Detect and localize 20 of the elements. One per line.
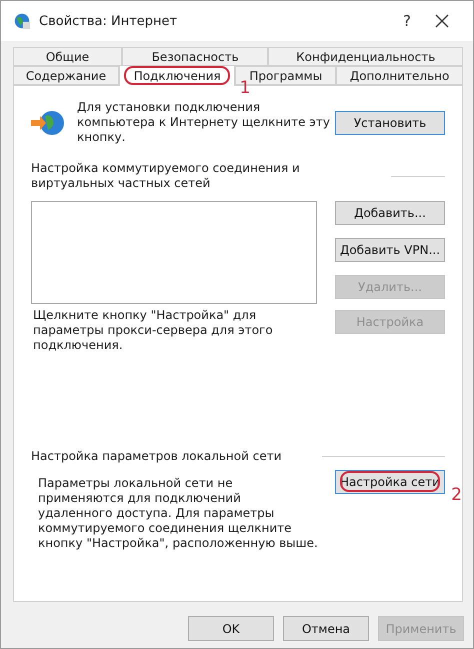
lan-description: Параметры локальной сети не применяются для подключений удаленного доступа. Для параметры коммутируемого соединения щелкните кнопку "Настройка", расположенную выше. bbox=[38, 476, 318, 551]
callout-number: 2 bbox=[451, 485, 462, 505]
setup-button[interactable]: Установить bbox=[335, 110, 445, 134]
close-icon[interactable] bbox=[435, 14, 449, 28]
dialog-button[interactable]: Отмена bbox=[283, 616, 369, 641]
window-title: Свойства: Интернет bbox=[39, 14, 178, 28]
globe-icon bbox=[13, 12, 31, 30]
help-button[interactable]: ? bbox=[387, 12, 427, 30]
tab[interactable]: Общие bbox=[13, 47, 122, 66]
connection-button[interactable]: Добавить... bbox=[335, 201, 445, 225]
section-heading: Настройка коммутируемого соединения и виртуальных частных сетей bbox=[31, 161, 301, 191]
dialog-button[interactable]: OK bbox=[188, 616, 274, 641]
section-heading: Настройка параметров локальной сети bbox=[31, 449, 282, 464]
tab[interactable]: Безопасность bbox=[122, 47, 268, 66]
setup-description: Для установки подключения компьютера к Интернету щелкните эту кнопку. bbox=[77, 100, 331, 145]
tab[interactable]: Содержание bbox=[13, 66, 119, 85]
tab[interactable]: Конфиденциальность bbox=[268, 47, 463, 66]
connection-button[interactable]: Добавить VPN... bbox=[335, 238, 445, 262]
proxy-description: Щелкните кнопку "Настройка" для параметры прокси-сервера для этого подключения. bbox=[33, 308, 274, 353]
tab[interactable]: Дополнительно bbox=[336, 66, 463, 85]
